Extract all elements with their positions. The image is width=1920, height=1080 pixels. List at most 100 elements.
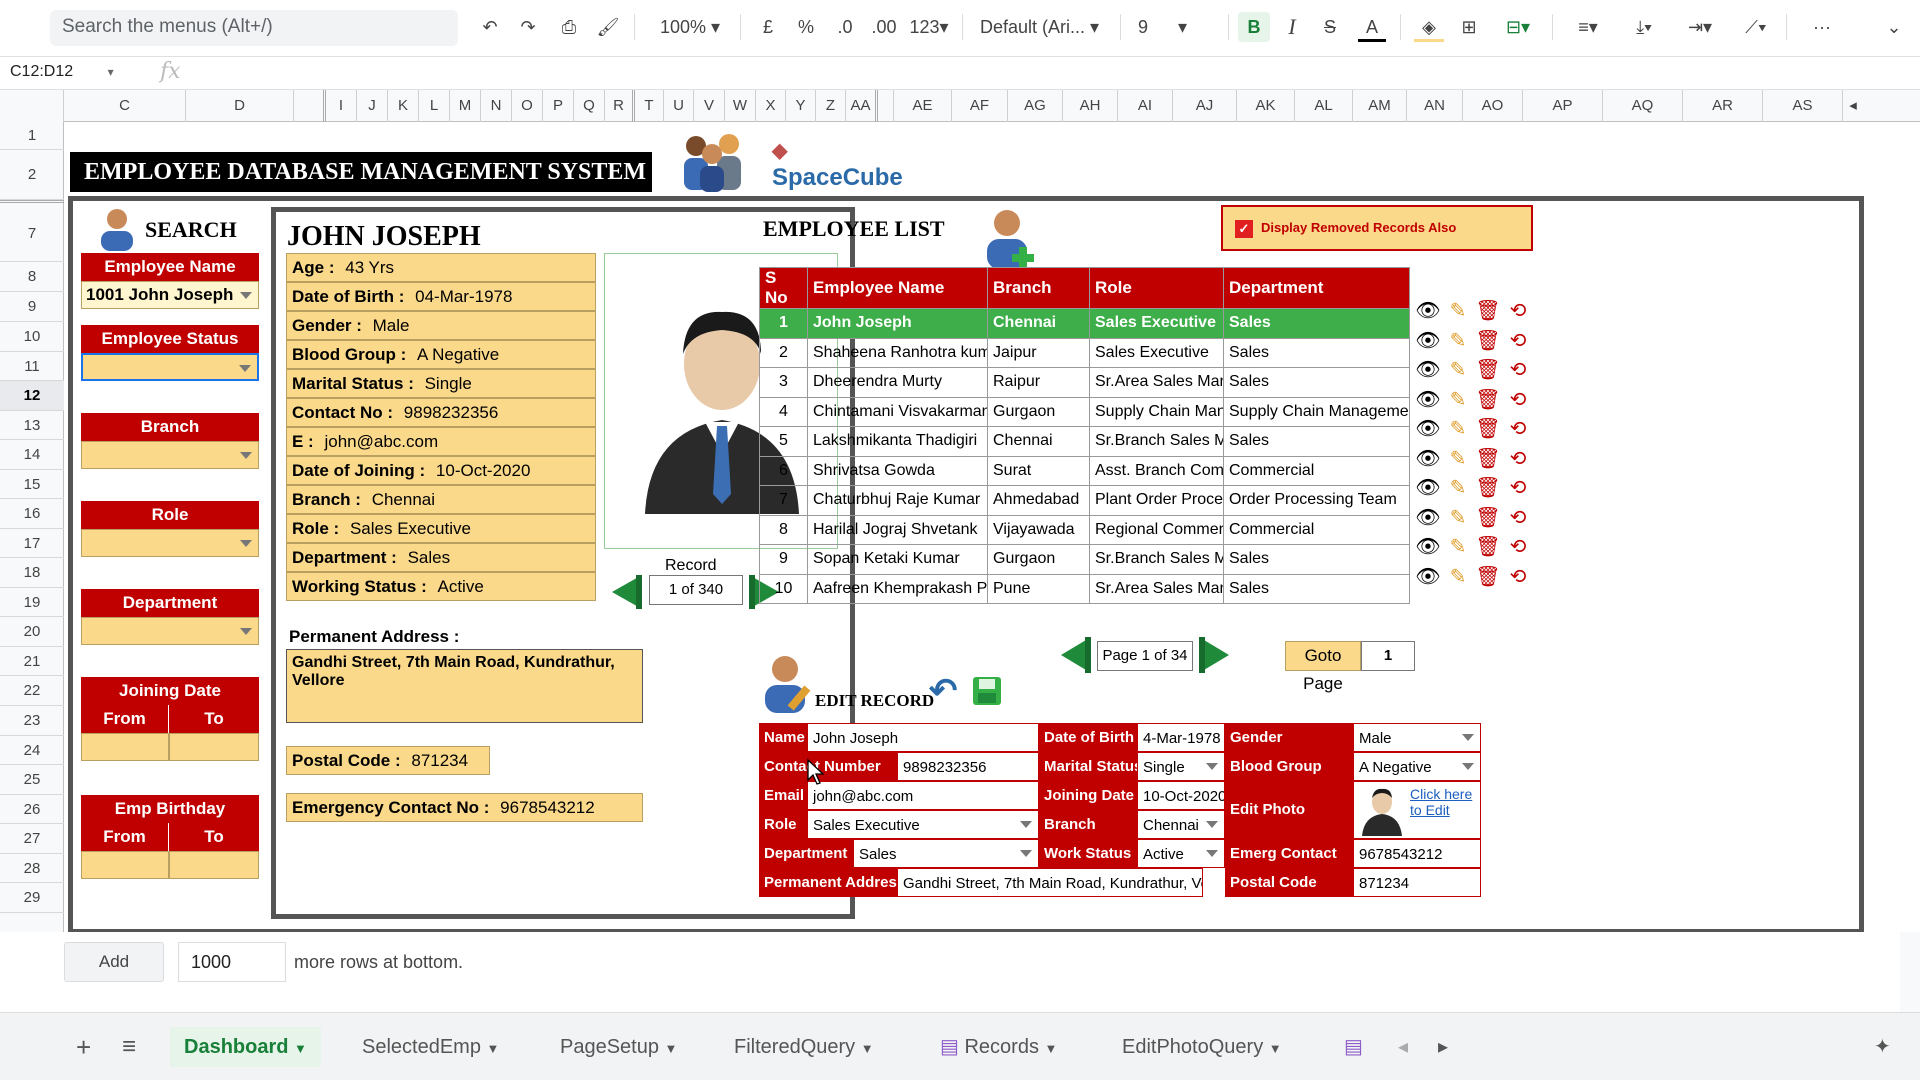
employee-name-select[interactable]: 1001 John Joseph xyxy=(81,281,259,309)
delete-icon[interactable]: 🗑 xyxy=(1473,416,1503,441)
increase-decimal-button[interactable]: .00 xyxy=(866,12,902,42)
click-to-edit-photo-link[interactable]: Click here to Edit xyxy=(1410,786,1480,818)
column-header[interactable]: O xyxy=(512,90,543,122)
add-sheet-icon[interactable]: + xyxy=(62,1027,105,1067)
view-icon[interactable]: 👁 xyxy=(1413,416,1443,441)
restore-icon[interactable]: ⟲ xyxy=(1503,534,1533,559)
paint-format-icon[interactable]: 🖌 xyxy=(594,12,622,42)
column-header[interactable]: AG xyxy=(1008,90,1063,122)
restore-icon[interactable]: ⟲ xyxy=(1503,505,1533,530)
percent-button[interactable]: % xyxy=(794,12,818,42)
table-row[interactable]: 3Dheerendra MurtyRaipurSr.Area Sales Man… xyxy=(759,367,1410,398)
table-row[interactable]: 7 Chaturbhuj Raje Kumar Ahmedabad Plant Ord… xyxy=(759,485,1410,516)
column-header[interactable]: Q xyxy=(574,90,605,122)
restore-icon[interactable]: ⟲ xyxy=(1503,475,1533,500)
edit-branch-select[interactable]: Chennai xyxy=(1137,810,1225,839)
scroll-tabs-left-icon[interactable]: ◂ xyxy=(1384,1027,1422,1067)
text-wrap-icon[interactable]: ⇥▾ xyxy=(1680,12,1720,42)
edit-name-input[interactable]: John Joseph xyxy=(807,723,1039,752)
edit-icon[interactable]: ✎ xyxy=(1443,564,1473,589)
row-header[interactable]: 26 xyxy=(0,795,64,824)
column-header[interactable]: AO xyxy=(1463,90,1523,122)
row-header[interactable]: 24 xyxy=(0,736,64,765)
column-header[interactable]: AQ xyxy=(1603,90,1683,122)
column-header[interactable]: C xyxy=(64,90,186,122)
edit-icon[interactable]: ✎ xyxy=(1443,416,1473,441)
table-row[interactable]: 2 Shaheena Ranhotra kumar Jaipur Sales Exec… xyxy=(759,337,1410,368)
delete-icon[interactable]: 🗑 xyxy=(1473,328,1503,353)
delete-icon[interactable]: 🗑 xyxy=(1473,534,1503,559)
column-header[interactable]: Z xyxy=(816,90,846,122)
column-header[interactable] xyxy=(294,90,326,122)
formula-input[interactable] xyxy=(200,63,1900,85)
edit-icon[interactable]: ✎ xyxy=(1443,328,1473,353)
column-header[interactable]: N xyxy=(481,90,512,122)
edit-email-input[interactable]: john@abc.com xyxy=(807,781,1039,810)
table-row[interactable]: 10Aafreen Khemprakash ParthasarathyPuneS… xyxy=(759,573,1410,604)
fill-color-icon[interactable]: ◈ xyxy=(1414,12,1444,42)
font-family-select[interactable]: Default (Ari... ▾ xyxy=(980,12,1110,42)
view-icon[interactable]: 👁 xyxy=(1413,505,1443,530)
table-row[interactable]: 5 Lakshmikanta Thadigiri Chennai Sr.Branch … xyxy=(759,426,1410,457)
delete-icon[interactable]: 🗑 xyxy=(1473,564,1503,589)
prev-page-icon[interactable] xyxy=(1059,635,1093,675)
row-header[interactable]: 7 xyxy=(0,200,64,262)
row-header[interactable]: 11 xyxy=(0,352,64,381)
column-header[interactable]: U xyxy=(664,90,694,122)
view-icon[interactable]: 👁 xyxy=(1413,534,1443,559)
birthday-from-input[interactable] xyxy=(81,851,169,879)
row-header[interactable]: 29 xyxy=(0,883,64,913)
edit-icon[interactable]: ✎ xyxy=(1443,475,1473,500)
edit-icon[interactable]: ✎ xyxy=(1443,298,1473,323)
birthday-to-input[interactable] xyxy=(169,851,259,879)
edit-role-select[interactable]: Sales Executive xyxy=(807,810,1039,839)
edit-postal-input[interactable]: 871234 xyxy=(1353,868,1481,897)
delete-icon[interactable]: 🗑 xyxy=(1473,446,1503,471)
row-header[interactable]: 2 xyxy=(0,150,64,200)
display-removed-toggle[interactable]: ✓ Display Removed Records Also xyxy=(1221,205,1533,251)
column-header[interactable]: K xyxy=(388,90,419,122)
delete-icon[interactable]: 🗑 xyxy=(1473,505,1503,530)
restore-icon[interactable]: ⟲ xyxy=(1503,298,1533,323)
all-sheets-icon[interactable]: ≡ xyxy=(108,1027,150,1067)
restore-icon[interactable]: ⟲ xyxy=(1503,564,1533,589)
row-header[interactable]: 25 xyxy=(0,765,64,795)
role-filter-select[interactable] xyxy=(81,529,259,557)
table-row[interactable]: 8 Harilal Jograj Shvetank Vijayawada Region… xyxy=(759,514,1410,545)
branch-filter-select[interactable] xyxy=(81,441,259,469)
row-header[interactable]: 19 xyxy=(0,588,64,617)
more-formats-button[interactable]: 123▾ xyxy=(906,12,952,42)
restore-icon[interactable]: ⟲ xyxy=(1503,357,1533,382)
column-header[interactable]: AL xyxy=(1295,90,1353,122)
column-header[interactable]: Y xyxy=(786,90,816,122)
department-filter-select[interactable] xyxy=(81,617,259,645)
add-rows-button[interactable]: Add xyxy=(64,942,164,982)
linked-table-tab-icon[interactable]: ▤ xyxy=(1330,1027,1377,1067)
edit-perm-address-input[interactable]: Gandhi Street, 7th Main Road, Kundrathur… xyxy=(897,868,1203,897)
column-header[interactable]: W xyxy=(725,90,756,122)
next-page-icon[interactable] xyxy=(1197,635,1231,675)
undo-icon[interactable]: ↶ xyxy=(476,12,504,42)
view-icon[interactable]: 👁 xyxy=(1413,564,1443,589)
checkbox-checked-icon[interactable]: ✓ xyxy=(1235,219,1253,238)
row-header[interactable]: 21 xyxy=(0,647,64,676)
edit-dob-input[interactable]: 4-Mar-1978 xyxy=(1137,723,1225,752)
table-row[interactable]: 4 Chintamani Visvakarman Gurgaon Supply Cha… xyxy=(759,396,1410,427)
edit-joining-input[interactable]: 10-Oct-2020 xyxy=(1137,781,1225,810)
column-header[interactable]: D xyxy=(186,90,294,122)
strikethrough-button[interactable]: S xyxy=(1316,12,1344,42)
tab-pagesetup[interactable]: PageSetup ▼ xyxy=(546,1027,691,1067)
italic-button[interactable]: I xyxy=(1278,12,1306,42)
edit-blood-select[interactable]: A Negative xyxy=(1353,752,1481,781)
column-header[interactable]: AH xyxy=(1063,90,1118,122)
view-icon[interactable]: 👁 xyxy=(1413,328,1443,353)
tab-dashboard[interactable]: Dashboard ▼ xyxy=(170,1027,321,1067)
scroll-tabs-right-icon[interactable]: ▸ xyxy=(1424,1027,1462,1067)
column-header[interactable]: AA xyxy=(846,90,878,122)
view-icon[interactable]: 👁 xyxy=(1413,298,1443,323)
table-row[interactable]: 9 Sopan Ketaki Kumar Gurgaon Sr.Branch Sale… xyxy=(759,544,1410,575)
edit-contact-input[interactable]: 9898232356 xyxy=(897,752,1039,781)
zoom-select[interactable]: 100% ▾ xyxy=(650,12,730,42)
scroll-left-icon[interactable]: ◂ xyxy=(1843,90,1863,122)
print-icon[interactable]: ⎙ xyxy=(554,12,584,42)
